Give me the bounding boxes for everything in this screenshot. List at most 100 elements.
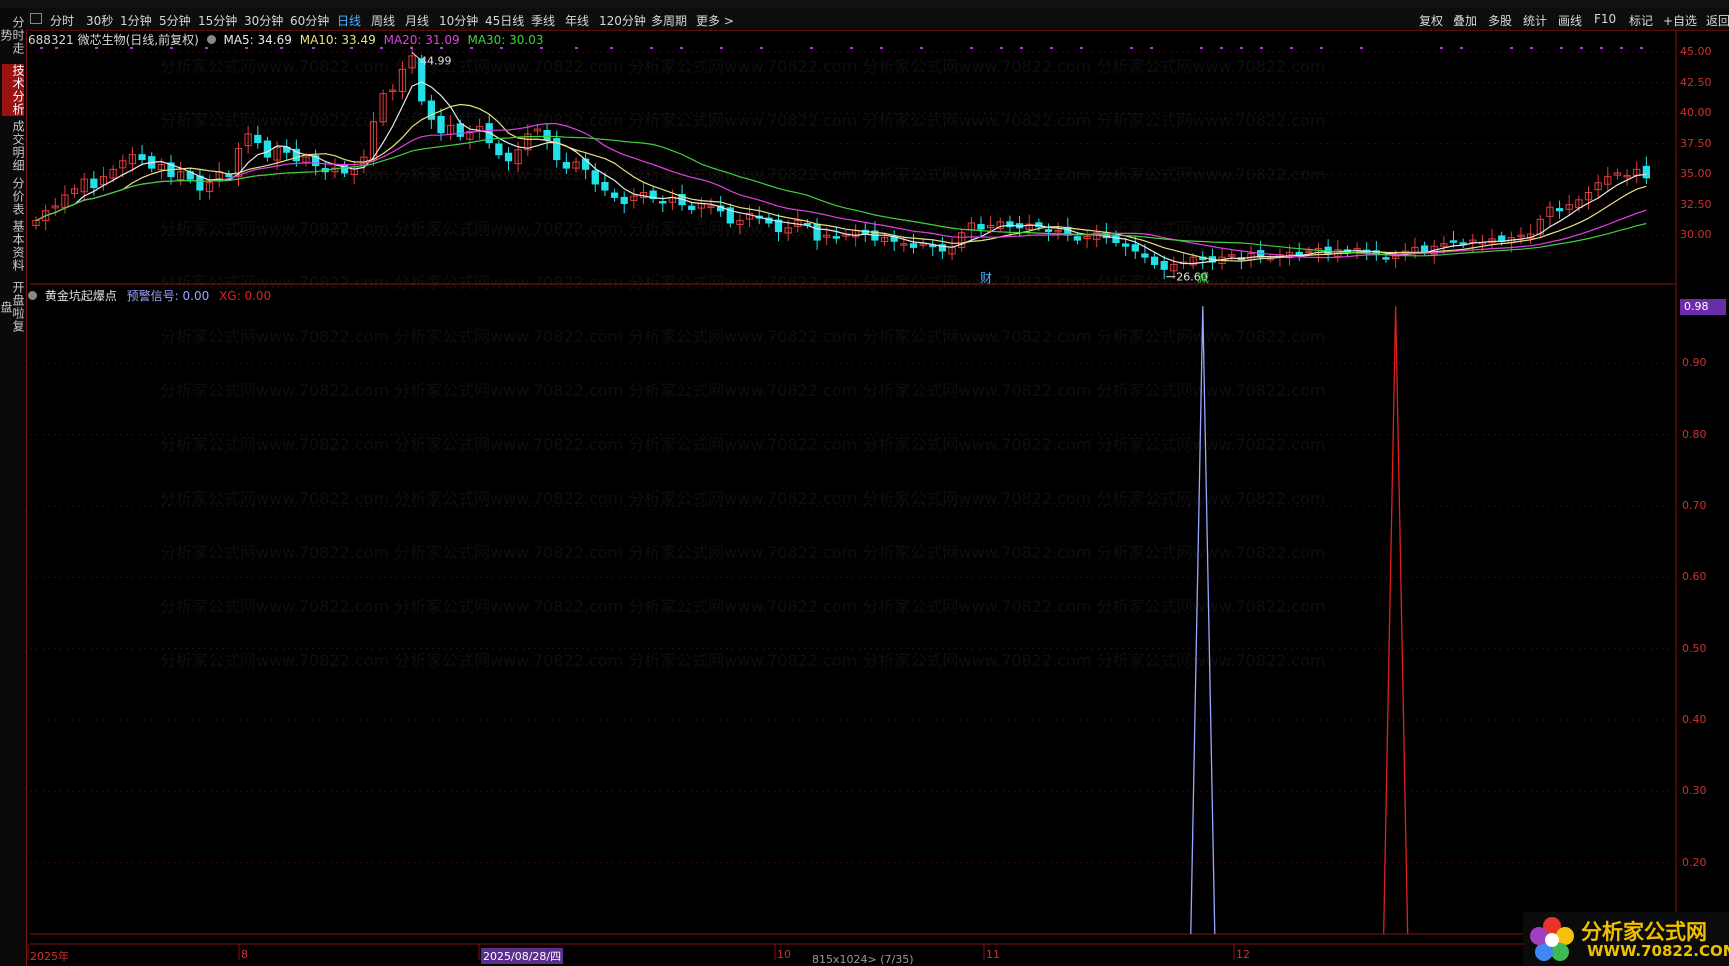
- event-dot: [1260, 47, 1263, 49]
- indicator-tick: 0.90: [1682, 356, 1707, 370]
- candle-body: [1642, 165, 1650, 179]
- date-tick: 12: [1236, 948, 1250, 961]
- event-dot: [1640, 47, 1643, 49]
- event-dot: [1130, 47, 1133, 49]
- candle-body: [1131, 244, 1139, 252]
- price-tick: 42.50: [1680, 75, 1712, 89]
- candle-body: [562, 161, 570, 169]
- ma5-line: [35, 81, 1647, 265]
- event-dot: [850, 47, 853, 49]
- candle-body: [495, 143, 503, 156]
- event-dot: [720, 47, 723, 49]
- candle-body: [1449, 240, 1458, 243]
- indicator-tick: 0.40: [1682, 713, 1707, 726]
- candle-body: [1420, 245, 1429, 252]
- candle-body: [688, 205, 696, 211]
- date-tick: 2025/08/28/四: [481, 948, 564, 964]
- event-dot: [1600, 47, 1603, 49]
- price-tick: 35.00: [1680, 167, 1712, 181]
- candle-body: [610, 192, 619, 198]
- event-dot: [1620, 47, 1623, 49]
- event-dot: [1020, 47, 1023, 49]
- event-dot: [1440, 47, 1443, 49]
- event-dot: [1050, 47, 1053, 49]
- candle-body: [90, 178, 98, 189]
- indicator-tick: 0.20: [1682, 855, 1707, 869]
- candle-body: [977, 223, 985, 230]
- event-dot: [205, 47, 208, 49]
- financial-marker: 财: [980, 271, 992, 285]
- date-tick: 11: [986, 948, 1000, 961]
- event-dot: [500, 47, 503, 49]
- event-dot: [40, 47, 43, 49]
- size-indicator: 815x1024> (7/35): [812, 953, 914, 966]
- candle-body: [1555, 208, 1564, 212]
- event-dot: [1560, 47, 1563, 49]
- event-dot: [380, 47, 383, 49]
- event-dot: [610, 47, 613, 49]
- event-dot: [130, 47, 133, 49]
- event-dot: [1460, 47, 1463, 49]
- event-dot: [1080, 47, 1083, 49]
- candle-body: [437, 115, 445, 134]
- event-dot: [280, 47, 283, 49]
- indicator-tick: 0.60: [1682, 570, 1707, 584]
- event-dot: [1580, 47, 1583, 49]
- price-tick: 30.00: [1680, 228, 1712, 242]
- candle-body: [1122, 243, 1130, 247]
- event-dot: [970, 47, 973, 49]
- event-dot: [650, 47, 653, 49]
- event-dot: [1510, 47, 1513, 49]
- event-dot: [810, 47, 813, 49]
- xg-signal-spike: [1382, 306, 1409, 935]
- event-dot: [410, 47, 413, 49]
- candle-body: [543, 130, 551, 141]
- candle-body: [263, 140, 272, 158]
- event-dot: [1320, 47, 1323, 49]
- logo-url: WWW.70822.COM: [1587, 942, 1729, 960]
- candle-body: [196, 175, 204, 191]
- date-tick: 2025年: [30, 950, 69, 963]
- price-tick: 32.50: [1680, 197, 1712, 211]
- candle-body: [1073, 236, 1082, 241]
- candle-body: [1295, 251, 1303, 256]
- price-tick: 40.00: [1680, 106, 1712, 120]
- candle-body: [138, 154, 146, 161]
- candle-body: [1150, 256, 1159, 265]
- event-dot: [1150, 47, 1153, 49]
- date-tick: 8: [241, 948, 248, 961]
- candle-body: [591, 170, 599, 185]
- event-dot: [1360, 47, 1363, 49]
- indicator-tick: 0.70: [1682, 499, 1707, 512]
- event-dot: [245, 47, 248, 49]
- candle-body: [1044, 229, 1053, 233]
- event-dot: [170, 47, 173, 49]
- candle-body: [1141, 253, 1149, 258]
- event-dot: [1530, 47, 1533, 49]
- event-dot: [95, 47, 98, 49]
- event-dot: [1200, 47, 1203, 49]
- candle-body: [225, 174, 233, 178]
- event-dot: [55, 47, 58, 49]
- event-dot: [880, 47, 883, 49]
- event-dot: [1000, 47, 1003, 49]
- event-dot: [760, 47, 763, 49]
- price-tick: 45.00: [1680, 45, 1712, 59]
- price-tick: 37.50: [1680, 136, 1712, 150]
- kline-chart[interactable]: 44.9926.60财减: [0, 0, 1729, 966]
- high-price-label: 44.99: [420, 54, 452, 67]
- candle-body: [1459, 242, 1467, 245]
- candle-body: [456, 123, 464, 137]
- event-dot: [1290, 47, 1293, 49]
- candle-body: [1160, 261, 1168, 270]
- indicator-tick: 0.80: [1682, 427, 1707, 441]
- reduction-marker: 减: [1197, 271, 1209, 285]
- indicator-current-badge: 0.98: [1680, 299, 1726, 315]
- warning-signal-spike: [1190, 306, 1216, 935]
- event-dot: [540, 47, 543, 49]
- event-dot: [440, 47, 443, 49]
- flower-logo-icon: [1530, 917, 1574, 961]
- candle-body: [254, 134, 262, 143]
- event-dot: [470, 47, 473, 49]
- ma10-line: [35, 103, 1647, 262]
